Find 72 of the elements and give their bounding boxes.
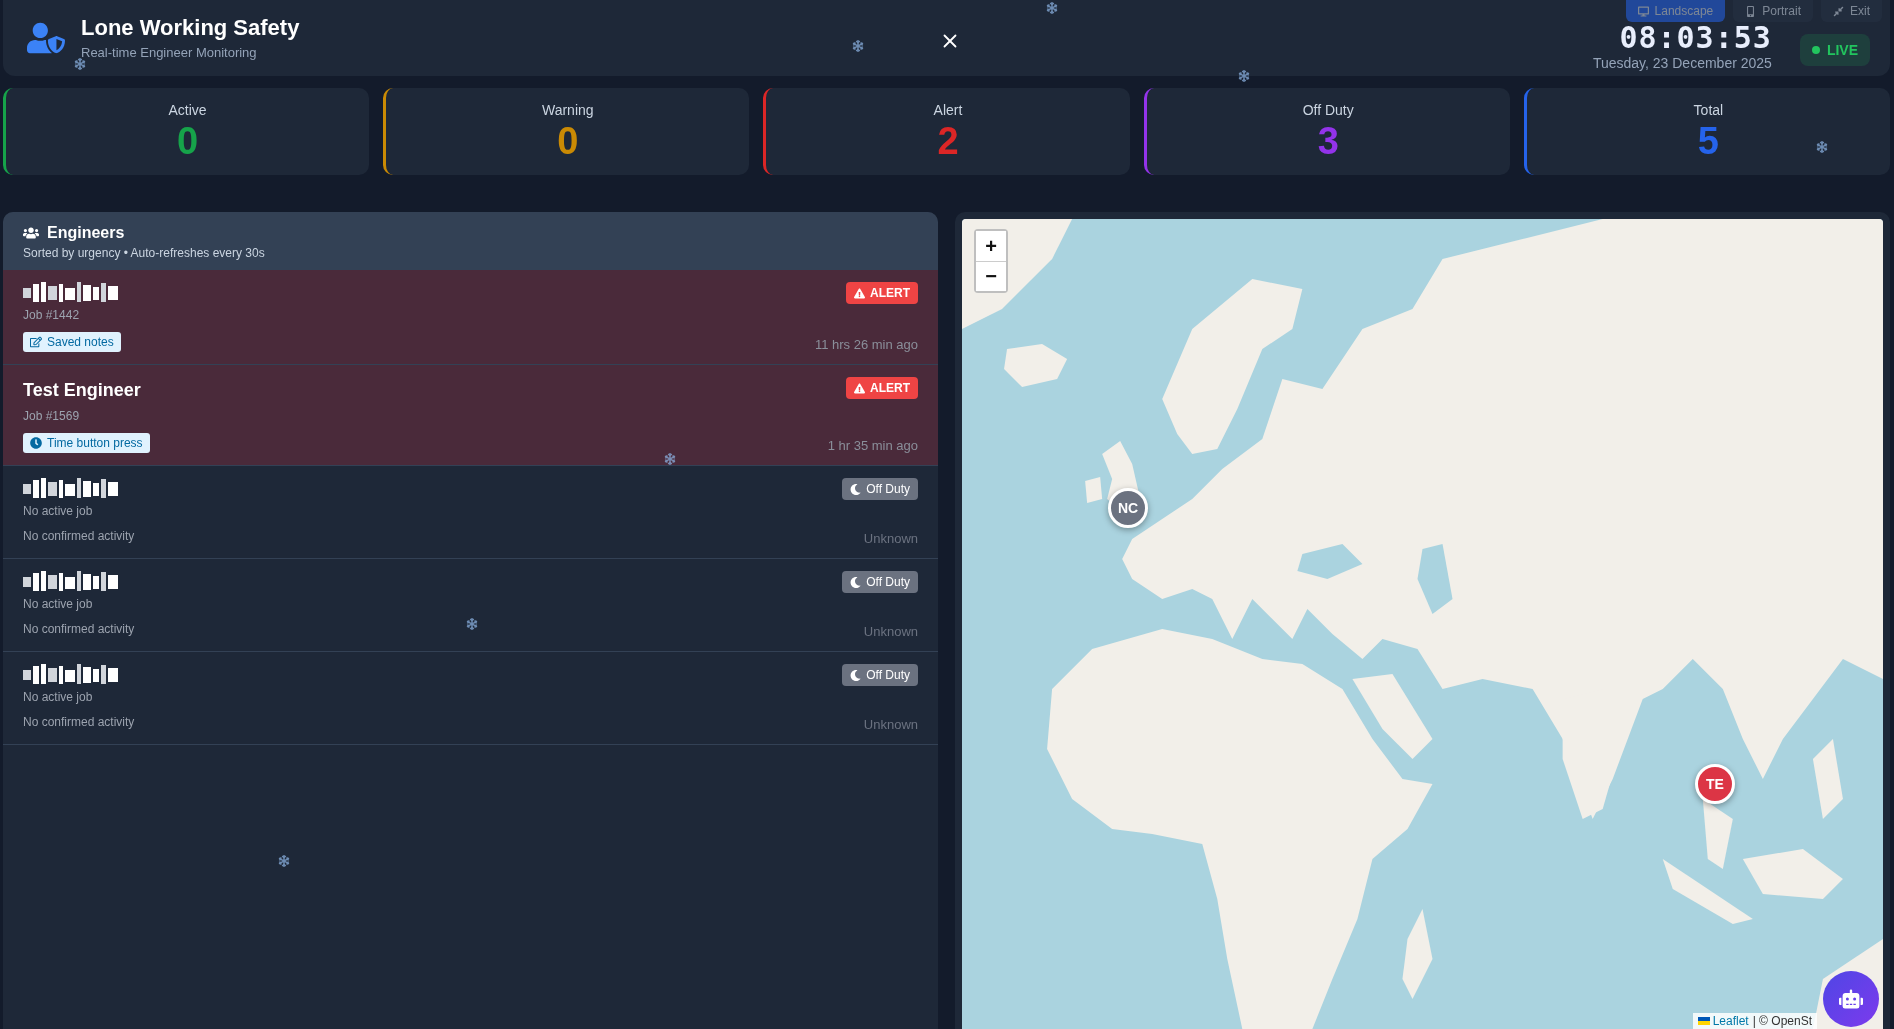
moon-icon [850,669,862,681]
alert-engineer-row[interactable]: Job #1442 Saved notes ALERT 11 hrs 26 min ago [3,270,938,365]
tag-text: Saved notes [47,335,114,349]
job-text: Job #1569 [23,408,81,425]
stat-value: 2 [937,119,959,162]
flag-icon [1697,1017,1710,1025]
live-text: LIVE [1826,42,1858,58]
status-text: ALERT [870,381,910,395]
snowflake-icon [278,855,290,867]
last-activity-time: 1 hr 35 min ago [827,438,918,453]
moon-icon [850,483,862,495]
exit-button[interactable]: Exit [1821,0,1882,22]
stat-label: Off Duty [1302,101,1354,118]
current-date: Tuesday, 23 December 2025 [1592,54,1772,72]
display-mode-button[interactable]: Portrait [1733,0,1813,22]
moon-icon [850,576,862,588]
attribution-text: | © OpenSt [1752,1014,1812,1028]
compress-icon [1833,5,1844,17]
stat-label: Warning [541,101,594,118]
status-text: ALERT [870,286,910,300]
activity-text: No confirmed activity [23,714,135,731]
snowflake-icon [1046,2,1058,14]
activity-text: No confirmed activity [23,528,135,545]
clock-time: 08:03:53 [1619,22,1772,54]
app-title: Lone Working Safety [81,14,300,42]
engineer-map-marker[interactable]: TE [1695,764,1735,804]
users-icon [23,225,39,241]
edit-icon [30,336,42,348]
panel-title: Engineers [47,224,125,242]
snowflake-icon [1238,70,1250,82]
stat-label: Total [1693,101,1724,118]
zoom-out-button[interactable]: − [976,261,1006,291]
snowflake-icon [74,58,86,70]
app-subtitle: Real-time Engineer Monitoring [81,44,258,62]
status-text: Off Duty [866,482,910,496]
warning-icon [854,287,865,299]
status-text: Off Duty [866,668,910,682]
snowflake-icon [1816,141,1828,153]
tag-text: Time button press [47,436,143,450]
stat-value: 5 [1697,119,1719,162]
mode-label: Portrait [1762,4,1801,18]
status-text: Off Duty [866,575,910,589]
job-text: No active job [23,596,94,613]
clock-icon [30,437,42,449]
snowflake-icon [466,618,478,630]
stat-label: Active [168,101,207,118]
monitor-icon [1637,5,1649,17]
stat-value: 0 [177,119,199,162]
mode-label: Landscape [1654,4,1714,18]
snowflake-icon [664,453,676,465]
last-activity-time: Unknown [863,717,918,732]
phone-icon [1745,5,1757,17]
job-text: No active job [23,689,94,706]
activity-text: No confirmed activity [23,621,135,638]
job-text: No active job [23,503,94,520]
last-activity-time: Unknown [863,624,918,639]
exit-label: Exit [1850,4,1870,18]
live-dot-icon [1811,46,1820,54]
alert-engineer-row[interactable]: Test Engineer Job #1569 Time button press ALERT 1 hr 35 min ago [3,365,938,466]
stat-label: Alert [933,101,963,118]
stat-value: 0 [557,119,579,162]
job-text: Job #1442 [23,307,81,324]
warning-icon [854,382,865,394]
snowflake-icon [852,40,864,52]
robot-icon [1839,987,1863,1011]
panel-subtitle: Sorted by urgency • Auto-refreshes every 30s [23,246,266,260]
stat-value: 3 [1317,119,1339,162]
engineer-name: Test Engineer [23,379,142,402]
last-activity-time: 11 hrs 26 min ago [814,337,918,352]
engineer-map-marker[interactable]: NC [1108,488,1148,528]
last-activity-time: Unknown [863,531,918,546]
leaflet-link[interactable]: Leaflet [1697,1014,1749,1028]
